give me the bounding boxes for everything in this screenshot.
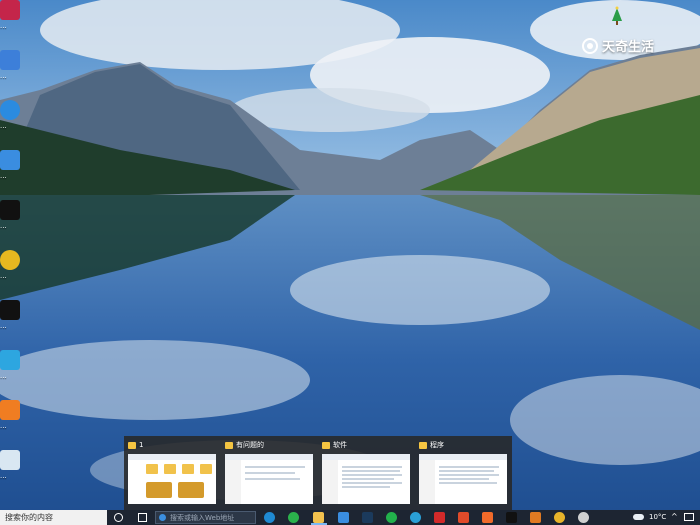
thumbnail-title-text: 软件 bbox=[333, 441, 347, 449]
window-thumbnail[interactable]: 1 bbox=[124, 436, 220, 510]
folder-icon bbox=[128, 441, 136, 449]
christmas-tree-icon bbox=[612, 6, 622, 25]
thumbnail-title-text: 1 bbox=[139, 441, 144, 449]
app-orange-icon[interactable] bbox=[482, 512, 493, 523]
desktop-icon-2[interactable]: ... bbox=[0, 50, 28, 94]
chat-icon[interactable] bbox=[386, 512, 397, 523]
cortana-icon[interactable] bbox=[114, 513, 123, 522]
desktop-icon-label: ... bbox=[0, 422, 7, 430]
weather-cloud-icon[interactable] bbox=[633, 514, 644, 520]
app-icon bbox=[0, 0, 20, 20]
thumbnail-preview bbox=[225, 454, 313, 504]
file-explorer-icon[interactable] bbox=[313, 512, 324, 523]
desktop-icon-label: ... bbox=[0, 322, 7, 330]
app-icon bbox=[0, 100, 20, 120]
photoshop-icon[interactable] bbox=[362, 512, 373, 523]
app-icon bbox=[0, 250, 20, 270]
store-icon[interactable] bbox=[338, 512, 349, 523]
desktop-icon-label: ... bbox=[0, 272, 7, 280]
desktop-icon-1[interactable]: ... bbox=[0, 0, 28, 44]
chrome-icon[interactable] bbox=[554, 512, 565, 523]
desktop-icon-label: ... bbox=[0, 472, 7, 480]
thumbnail-title-text: 有问题的 bbox=[236, 441, 264, 449]
desktop-icon-label: ... bbox=[0, 72, 7, 80]
desktop-icon-3[interactable]: ... bbox=[0, 100, 28, 144]
app-icon bbox=[0, 50, 20, 70]
watermark: 天奇生活 bbox=[582, 36, 654, 55]
app-red-icon[interactable] bbox=[458, 512, 469, 523]
desktop-icon-8[interactable]: ... bbox=[0, 350, 28, 394]
thumbnail-preview bbox=[128, 454, 216, 504]
weather-temperature[interactable]: 10°C bbox=[649, 513, 666, 521]
desktop-icon-9[interactable]: ... bbox=[0, 400, 28, 444]
window-thumbnail[interactable]: 有问题的 bbox=[221, 436, 317, 510]
folder-icon bbox=[225, 441, 233, 449]
desktop-icon-label: ... bbox=[0, 372, 7, 380]
video-player-icon bbox=[0, 350, 20, 370]
archive-icon bbox=[0, 150, 20, 170]
thumbnail-title: 有问题的 bbox=[225, 439, 315, 451]
search-placeholder: 搜索你的内容 bbox=[5, 513, 53, 522]
capcut-icon bbox=[0, 300, 20, 320]
thumbnail-preview bbox=[419, 454, 507, 504]
desktop-icon-label: ... bbox=[0, 22, 7, 30]
taskbar-search-box[interactable]: 搜索你的内容 bbox=[0, 510, 107, 525]
recycle-bin-icon bbox=[0, 450, 20, 470]
wps-icon[interactable] bbox=[434, 512, 445, 523]
desktop-icon-4[interactable]: ... bbox=[0, 150, 28, 194]
settings-gear-icon[interactable] bbox=[578, 512, 589, 523]
edge-address-bar[interactable]: 搜索或输入Web地址 bbox=[155, 511, 256, 524]
edge-icon bbox=[159, 514, 166, 521]
edge-icon[interactable] bbox=[264, 512, 275, 523]
game-icon[interactable] bbox=[530, 512, 541, 523]
browser-icon[interactable] bbox=[410, 512, 421, 523]
desktop-icon-7[interactable]: ... bbox=[0, 300, 28, 344]
desktop-icon-5[interactable]: ... bbox=[0, 200, 28, 244]
desktop-icon-6[interactable]: ... bbox=[0, 250, 28, 294]
desktop-icon-label: ... bbox=[0, 122, 7, 130]
capcut-icon[interactable] bbox=[506, 512, 517, 523]
desktop-icon-label: ... bbox=[0, 172, 7, 180]
app-icon bbox=[0, 400, 20, 420]
window-thumbnail[interactable]: 软件 bbox=[318, 436, 414, 510]
desktop-icon-10[interactable]: ... bbox=[0, 450, 28, 494]
edge-address-placeholder: 搜索或输入Web地址 bbox=[170, 514, 235, 522]
chevron-up-icon[interactable]: ^ bbox=[671, 512, 678, 521]
wechat-icon[interactable] bbox=[288, 512, 299, 523]
taskbar-thumbnail-preview: 1 有问题的 软件 程序 bbox=[124, 436, 512, 510]
watermark-text: 天奇生活 bbox=[602, 40, 655, 55]
thumbnail-title: 软件 bbox=[322, 439, 412, 451]
tiktok-icon bbox=[0, 200, 20, 220]
folder-icon bbox=[419, 441, 427, 449]
task-view-icon[interactable] bbox=[138, 513, 147, 522]
taskbar: 搜索你的内容 搜索或输入Web地址 10°C ^ bbox=[0, 510, 700, 525]
thumbnail-title-text: 程序 bbox=[430, 441, 444, 449]
desktop-icon-label: ... bbox=[0, 222, 7, 230]
folder-icon bbox=[322, 441, 330, 449]
network-icon[interactable] bbox=[684, 513, 694, 521]
thumbnail-title: 1 bbox=[128, 439, 218, 451]
window-thumbnail[interactable]: 程序 bbox=[415, 436, 511, 510]
thumbnail-title: 程序 bbox=[419, 439, 509, 451]
watermark-logo-icon bbox=[582, 37, 598, 54]
thumbnail-preview bbox=[322, 454, 410, 504]
